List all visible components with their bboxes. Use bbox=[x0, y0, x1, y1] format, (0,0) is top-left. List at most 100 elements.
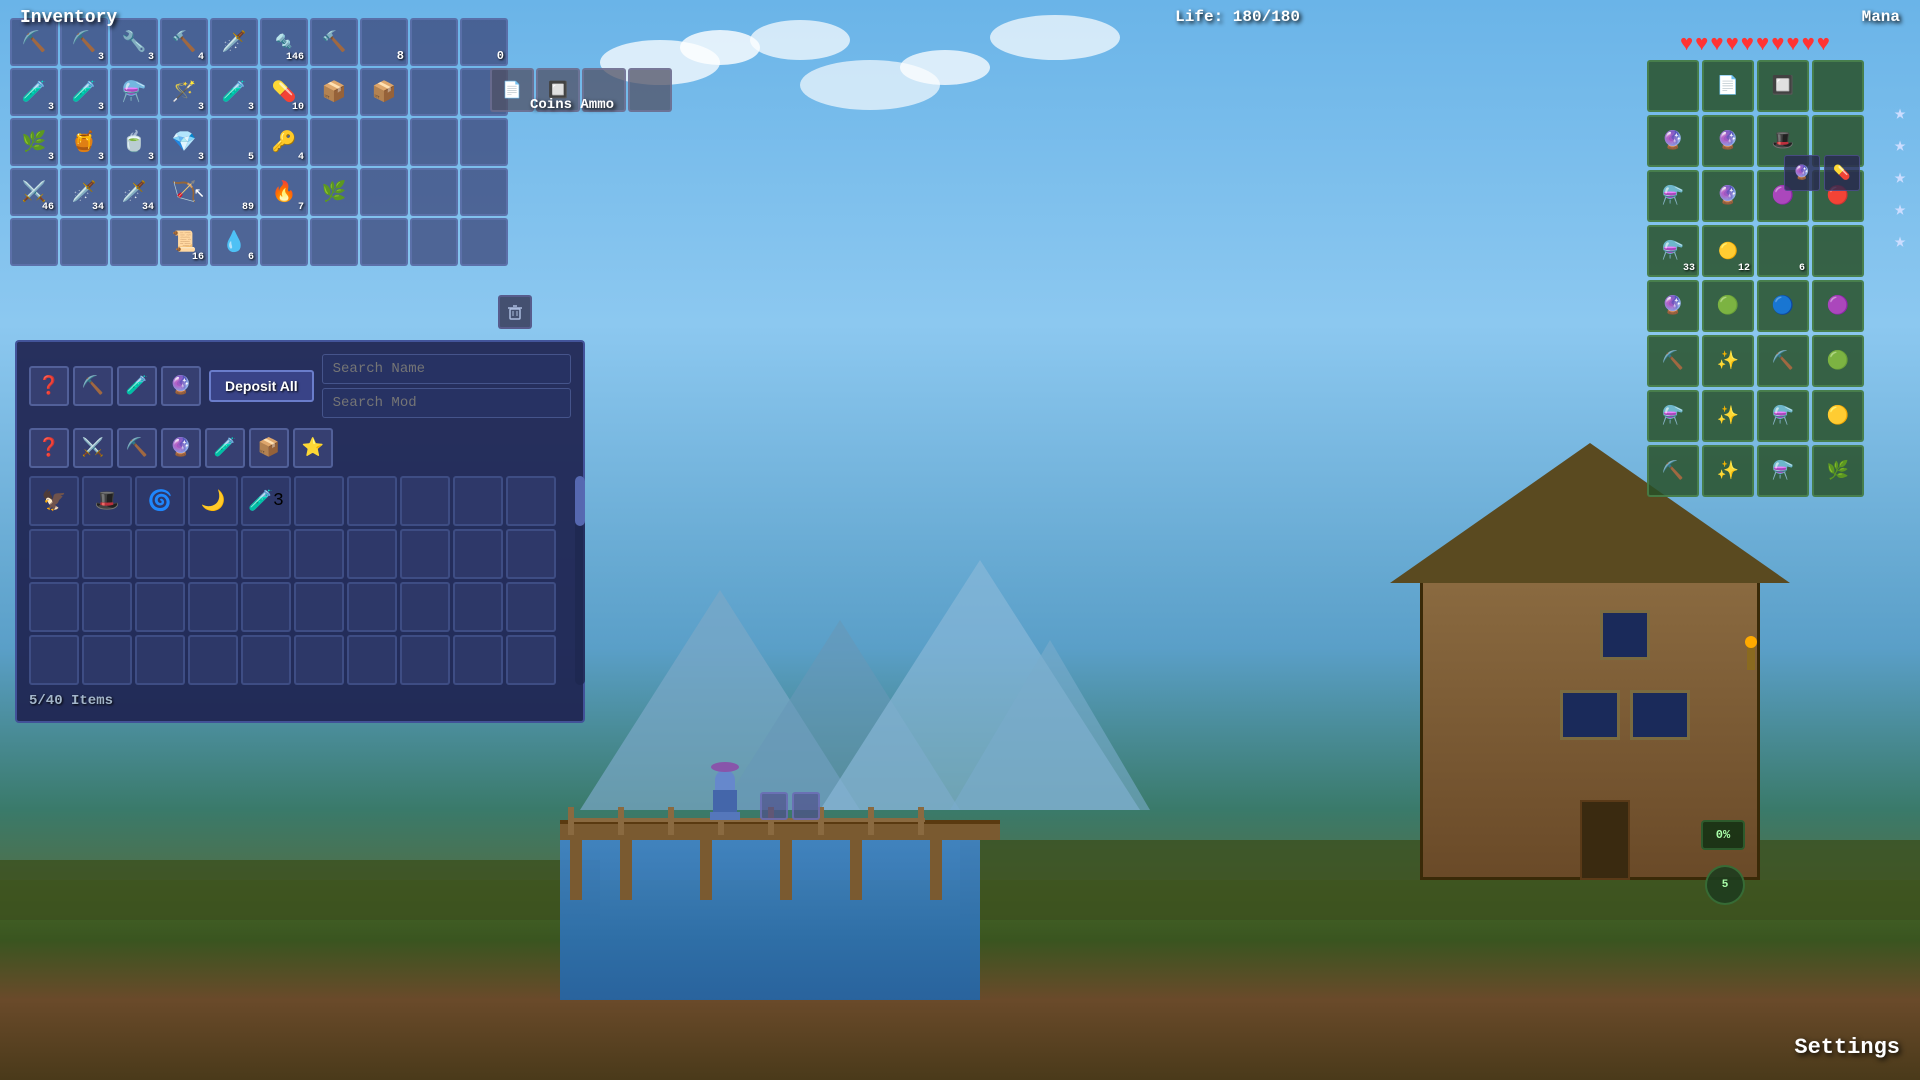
chest-slot-18[interactable] bbox=[400, 529, 450, 579]
inv-slot-6[interactable]: 🔩146 bbox=[260, 18, 308, 66]
chest-slot-34[interactable] bbox=[188, 635, 238, 685]
equip-slot-15[interactable]: 6 bbox=[1757, 225, 1809, 277]
trash-slot[interactable] bbox=[498, 295, 532, 329]
equip-slot-20[interactable]: 🟣 bbox=[1812, 280, 1864, 332]
inv-slot-22[interactable]: 🍯3 bbox=[60, 118, 108, 166]
inv-slot-32[interactable]: 🗡️34 bbox=[60, 168, 108, 216]
equip-slot-6[interactable]: 🔮 bbox=[1702, 115, 1754, 167]
equip-slot-17[interactable]: 🔮 bbox=[1647, 280, 1699, 332]
chest-slot-28[interactable] bbox=[400, 582, 450, 632]
star-1[interactable]: ★ bbox=[1894, 100, 1906, 126]
chest-slot-23[interactable] bbox=[135, 582, 185, 632]
chest-slot-19[interactable] bbox=[453, 529, 503, 579]
chest-slot-11[interactable] bbox=[29, 529, 79, 579]
equip-slot-23[interactable]: ⛏️ bbox=[1757, 335, 1809, 387]
chest-slot-3[interactable]: 🌀 bbox=[135, 476, 185, 526]
equip-slot-4[interactable] bbox=[1812, 60, 1864, 112]
inv-slot-39[interactable] bbox=[410, 168, 458, 216]
inv-slot-18[interactable]: 📦 bbox=[360, 68, 408, 116]
inv-slot-11[interactable]: 🧪3 bbox=[10, 68, 58, 116]
chest-slot-1[interactable]: 🦅 bbox=[29, 476, 79, 526]
settings-button[interactable]: Settings bbox=[1794, 1035, 1900, 1060]
inv-slot-44[interactable]: 📜16 bbox=[160, 218, 208, 266]
filter-icon-2-box[interactable]: 📦 bbox=[249, 428, 289, 468]
chest-slot-8[interactable] bbox=[400, 476, 450, 526]
equip-slot-26[interactable]: ✨ bbox=[1702, 390, 1754, 442]
filter-icon-2-question[interactable]: ❓ bbox=[29, 428, 69, 468]
inv-slot-35[interactable]: ↖ 89 bbox=[210, 168, 258, 216]
search-mod-input[interactable] bbox=[322, 388, 571, 418]
filter-icon-question[interactable]: ❓ bbox=[29, 366, 69, 406]
chest-scrollbar[interactable] bbox=[575, 476, 585, 685]
chest-slot-4[interactable]: 🌙 bbox=[188, 476, 238, 526]
equip-slot-9[interactable]: ⚗️ bbox=[1647, 170, 1699, 222]
equip-slot-16[interactable] bbox=[1812, 225, 1864, 277]
inv-slot-29[interactable] bbox=[410, 118, 458, 166]
chest-slot-38[interactable] bbox=[400, 635, 450, 685]
filter-icon-2-sword[interactable]: ⚔️ bbox=[73, 428, 113, 468]
chest-slot-32[interactable] bbox=[82, 635, 132, 685]
inv-slot-42[interactable] bbox=[60, 218, 108, 266]
chest-slot-39[interactable] bbox=[453, 635, 503, 685]
inv-slot-45[interactable]: 💧6 bbox=[210, 218, 258, 266]
chest-slot-35[interactable] bbox=[241, 635, 291, 685]
equip-slot-32[interactable]: 🌿 bbox=[1812, 445, 1864, 497]
star-4[interactable]: ★ bbox=[1894, 196, 1906, 222]
equip-slot-5[interactable]: 🔮 bbox=[1647, 115, 1699, 167]
inv-slot-15[interactable]: 🧪3 bbox=[210, 68, 258, 116]
equip-slot-24[interactable]: 🟢 bbox=[1812, 335, 1864, 387]
chest-slot-14[interactable] bbox=[188, 529, 238, 579]
inv-slot-24[interactable]: 💎3 bbox=[160, 118, 208, 166]
chest-slot-31[interactable] bbox=[29, 635, 79, 685]
equip-slot-29[interactable]: ⛏️ bbox=[1647, 445, 1699, 497]
chest-slot-27[interactable] bbox=[347, 582, 397, 632]
chest-slot-40[interactable] bbox=[506, 635, 556, 685]
inv-slot-10[interactable]: 0 bbox=[460, 18, 508, 66]
chest-slot-33[interactable] bbox=[135, 635, 185, 685]
inv-slot-9[interactable] bbox=[410, 18, 458, 66]
chest-slot-10[interactable] bbox=[506, 476, 556, 526]
inv-slot-17[interactable]: 📦 bbox=[310, 68, 358, 116]
equip-slot-27[interactable]: ⚗️ bbox=[1757, 390, 1809, 442]
equip-slot-18[interactable]: 🟢 bbox=[1702, 280, 1754, 332]
inv-slot-8[interactable]: 8 bbox=[360, 18, 408, 66]
scroll-thumb[interactable] bbox=[575, 476, 585, 526]
chest-slot-7[interactable] bbox=[347, 476, 397, 526]
chest-slot-36[interactable] bbox=[294, 635, 344, 685]
deposit-all-button[interactable]: Deposit All bbox=[209, 370, 314, 402]
filter-icon-ammo[interactable]: 🔮 bbox=[161, 366, 201, 406]
inv-slot-14[interactable]: 🪄3 bbox=[160, 68, 208, 116]
buff-slot-1[interactable]: 🔮 bbox=[1784, 155, 1820, 191]
chest-slot-25[interactable] bbox=[241, 582, 291, 632]
chest-slot-16[interactable] bbox=[294, 529, 344, 579]
equip-slot-30[interactable]: ✨ bbox=[1702, 445, 1754, 497]
star-3[interactable]: ★ bbox=[1894, 164, 1906, 190]
star-5[interactable]: ★ bbox=[1894, 228, 1906, 254]
inv-slot-5[interactable]: 🗡️ bbox=[210, 18, 258, 66]
inv-slot-23[interactable]: 🍵3 bbox=[110, 118, 158, 166]
filter-icon-2-magic[interactable]: 🔮 bbox=[161, 428, 201, 468]
inv-slot-31[interactable]: ⚔️46 bbox=[10, 168, 58, 216]
inv-slot-40[interactable] bbox=[460, 168, 508, 216]
equip-slot-14[interactable]: 🟡12 bbox=[1702, 225, 1754, 277]
inv-slot-21[interactable]: 🌿3 bbox=[10, 118, 58, 166]
buff-slot-2[interactable]: 💊 bbox=[1824, 155, 1860, 191]
inv-slot-30[interactable] bbox=[460, 118, 508, 166]
inv-slot-16[interactable]: 💊10 bbox=[260, 68, 308, 116]
inv-slot-36[interactable]: 🔥7 bbox=[260, 168, 308, 216]
equip-slot-28[interactable]: 🟡 bbox=[1812, 390, 1864, 442]
equip-slot-3[interactable]: 🔲 bbox=[1757, 60, 1809, 112]
search-name-input[interactable] bbox=[322, 354, 571, 384]
inv-slot-48[interactable] bbox=[360, 218, 408, 266]
filter-icon-2-pickaxe[interactable]: ⛏️ bbox=[117, 428, 157, 468]
coin-slot-4[interactable] bbox=[628, 68, 672, 112]
star-2[interactable]: ★ bbox=[1894, 132, 1906, 158]
inv-slot-50[interactable] bbox=[460, 218, 508, 266]
chest-slot-15[interactable] bbox=[241, 529, 291, 579]
chest-slot-12[interactable] bbox=[82, 529, 132, 579]
coin-slot-1[interactable]: 📄 bbox=[490, 68, 534, 112]
chest-slot-9[interactable] bbox=[453, 476, 503, 526]
equip-slot-25[interactable]: ⚗️ bbox=[1647, 390, 1699, 442]
equip-slot-13[interactable]: ⚗️33 bbox=[1647, 225, 1699, 277]
chest-slot-30[interactable] bbox=[506, 582, 556, 632]
